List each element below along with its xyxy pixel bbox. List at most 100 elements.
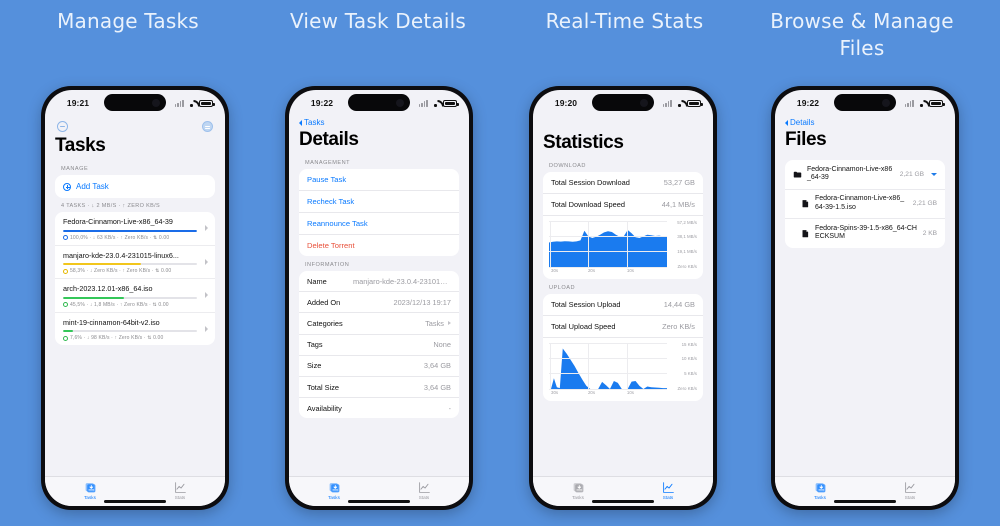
dynamic-island <box>834 94 896 111</box>
home-indicator <box>104 500 166 503</box>
reannounce-task-button[interactable]: Reannounce Task <box>299 212 459 234</box>
upload-plot-area: 30s 20s 10s <box>549 343 667 397</box>
tab-stats[interactable]: Stats <box>638 481 698 500</box>
status-bar: 19:22 <box>289 90 469 116</box>
stat-key: Total Session Download <box>551 178 630 187</box>
home-indicator <box>592 500 654 503</box>
table-row[interactable]: mint-19-cinnamon-64bit-v2.iso 7,6% · ↓ 9… <box>55 311 215 346</box>
delete-torrent-button[interactable]: Delete Torrent <box>299 234 459 256</box>
back-button[interactable]: Tasks <box>299 116 459 128</box>
list-item-file[interactable]: Fedora-Spins-39-1.5-x86_64-CHECKSUM 2 KB <box>785 218 945 248</box>
tab-label: Stats <box>904 495 916 500</box>
list-item-folder[interactable]: Fedora-Cinnamon-Live-x86_64-39 2,21 GB <box>785 160 945 189</box>
chevron-right-icon <box>205 325 208 332</box>
task-name: manjaro-kde-23.0.4-231015-linux6... <box>63 250 179 260</box>
status-bar: 19:22 <box>775 90 955 116</box>
info-value: manjaro-kde-23.0.4-231015-lin... <box>353 276 451 286</box>
list-item: Total Upload Speed Zero KB/s <box>543 315 703 337</box>
back-label: Details <box>790 118 815 127</box>
battery-icon <box>199 99 215 107</box>
tasks-icon <box>329 483 339 493</box>
x-tick: 30s <box>551 390 559 395</box>
tab-tasks[interactable]: Tasks <box>548 481 608 500</box>
status-dot-icon <box>63 302 68 307</box>
file-name: Fedora-Spins-39-1.5-x86_64-CHECKSUM <box>815 224 917 241</box>
info-value: 3,64 GB <box>423 361 451 371</box>
section-label-management: MANAGEMENT <box>305 160 351 166</box>
download-area-chart <box>549 230 667 267</box>
back-button[interactable]: Details <box>785 116 945 128</box>
screen-details: 19:22 Tasks Details MANAGEMENT Pause Tas… <box>289 90 469 506</box>
y-tick: 38,1 MB/s <box>677 234 697 239</box>
battery-icon <box>687 99 703 107</box>
chevron-left-icon <box>785 119 788 126</box>
list-item: Size 3,64 GB <box>299 354 459 376</box>
download-x-axis: 30s 20s 10s <box>549 268 667 276</box>
back-label: Tasks <box>304 118 325 127</box>
tasks-summary: 4 TASKS · ↓ 2 MB/S · ↑ ZERO KB/S <box>61 203 161 209</box>
filter-icon[interactable] <box>202 121 213 132</box>
tab-tasks[interactable]: Tasks <box>60 481 120 500</box>
phone-details: 19:22 Tasks Details MANAGEMENT Pause Tas… <box>285 86 473 510</box>
wifi-icon <box>917 100 926 107</box>
list-item-file[interactable]: Fedora-Cinnamon-Live-x86_64-39-1.5.iso 2… <box>785 188 945 219</box>
status-time: 19:20 <box>554 98 578 108</box>
tasks-icon <box>85 483 95 493</box>
stat-key: Total Download Speed <box>551 200 625 209</box>
tab-stats[interactable]: Stats <box>394 481 454 500</box>
dynamic-island <box>348 94 410 111</box>
pause-all-icon[interactable] <box>57 121 68 132</box>
caption-real-time-stats: Real-Time Stats <box>545 9 704 33</box>
plus-circle-icon <box>63 182 71 191</box>
table-row[interactable]: arch-2023.12.01-x86_64.iso 45,5% · ↓ 1,8… <box>55 278 215 312</box>
screen-tasks: 19:21 Tasks MANAGE Add Task 4 TASKS · ↓ … <box>45 90 225 506</box>
progress-bar <box>63 330 197 332</box>
list-item: Total Session Upload 14,44 GB <box>543 294 703 315</box>
tab-stats[interactable]: Stats <box>880 481 940 500</box>
list-item-categories[interactable]: Categories Tasks <box>299 312 459 333</box>
chevron-down-icon[interactable] <box>931 172 937 176</box>
chevron-right-icon <box>448 321 451 326</box>
phone-statistics: 19:20 Statistics DOWNLOAD Total Session … <box>529 86 717 510</box>
x-tick: 10s <box>626 390 634 395</box>
task-meta-text: 100,0% · ↓ 63 KB/s · ↑ Zero KB/s · ⇅ 0.0… <box>70 234 170 241</box>
info-value: 2023/12/13 19:17 <box>393 297 451 307</box>
list-item: Total Session Download 53,27 GB <box>543 172 703 193</box>
download-chart: 30s 20s 10s 57,2 MB/s 38,1 MB/s 19,1 MB/… <box>543 215 703 279</box>
add-task-button[interactable]: Add Task <box>55 175 215 198</box>
stats-icon <box>662 482 674 493</box>
section-label-manage: MANAGE <box>61 166 89 172</box>
page-title: Statistics <box>543 132 624 153</box>
status-bar: 19:20 <box>533 90 713 116</box>
chevron-left-icon <box>299 119 302 126</box>
y-tick: 19,1 MB/s <box>677 249 697 254</box>
signal-icon <box>174 99 184 107</box>
signal-icon <box>662 99 672 107</box>
chevron-right-icon <box>205 225 208 232</box>
home-indicator <box>348 500 410 503</box>
tab-tasks[interactable]: Tasks <box>304 481 364 500</box>
caption-browse-manage-files: Browse & Manage Files <box>770 9 954 60</box>
stat-value: 14,44 GB <box>663 300 695 309</box>
recheck-task-button[interactable]: Recheck Task <box>299 190 459 212</box>
progress-bar <box>63 296 197 299</box>
file-size: 2,21 GB <box>912 200 937 208</box>
table-row[interactable]: manjaro-kde-23.0.4-231015-linux6... 58,3… <box>55 244 215 279</box>
tab-tasks[interactable]: Tasks <box>790 481 850 500</box>
x-tick: 20s <box>587 390 596 395</box>
info-value: 3,64 GB <box>423 382 451 392</box>
table-row[interactable]: Fedora-Cinnamon-Live-x86_64-39 100,0% · … <box>55 212 215 245</box>
dynamic-island <box>592 94 654 111</box>
pause-task-button[interactable]: Pause Task <box>299 169 459 190</box>
info-value: Tasks <box>425 318 444 328</box>
wifi-icon <box>187 100 196 107</box>
file-icon <box>802 229 809 237</box>
list-item: Added On 2023/12/13 19:17 <box>299 291 459 312</box>
task-meta-text: 58,3% · ↓ Zero KB/s · ↑ Zero KB/s · ⇅ 0.… <box>70 268 172 274</box>
file-size: 2,21 GB <box>899 170 924 178</box>
manage-card: Add Task <box>55 175 215 198</box>
dynamic-island <box>104 94 166 111</box>
tab-stats[interactable]: Stats <box>150 481 210 500</box>
y-tick: 10 KB/s <box>681 356 697 361</box>
page-title: Files <box>785 129 827 150</box>
